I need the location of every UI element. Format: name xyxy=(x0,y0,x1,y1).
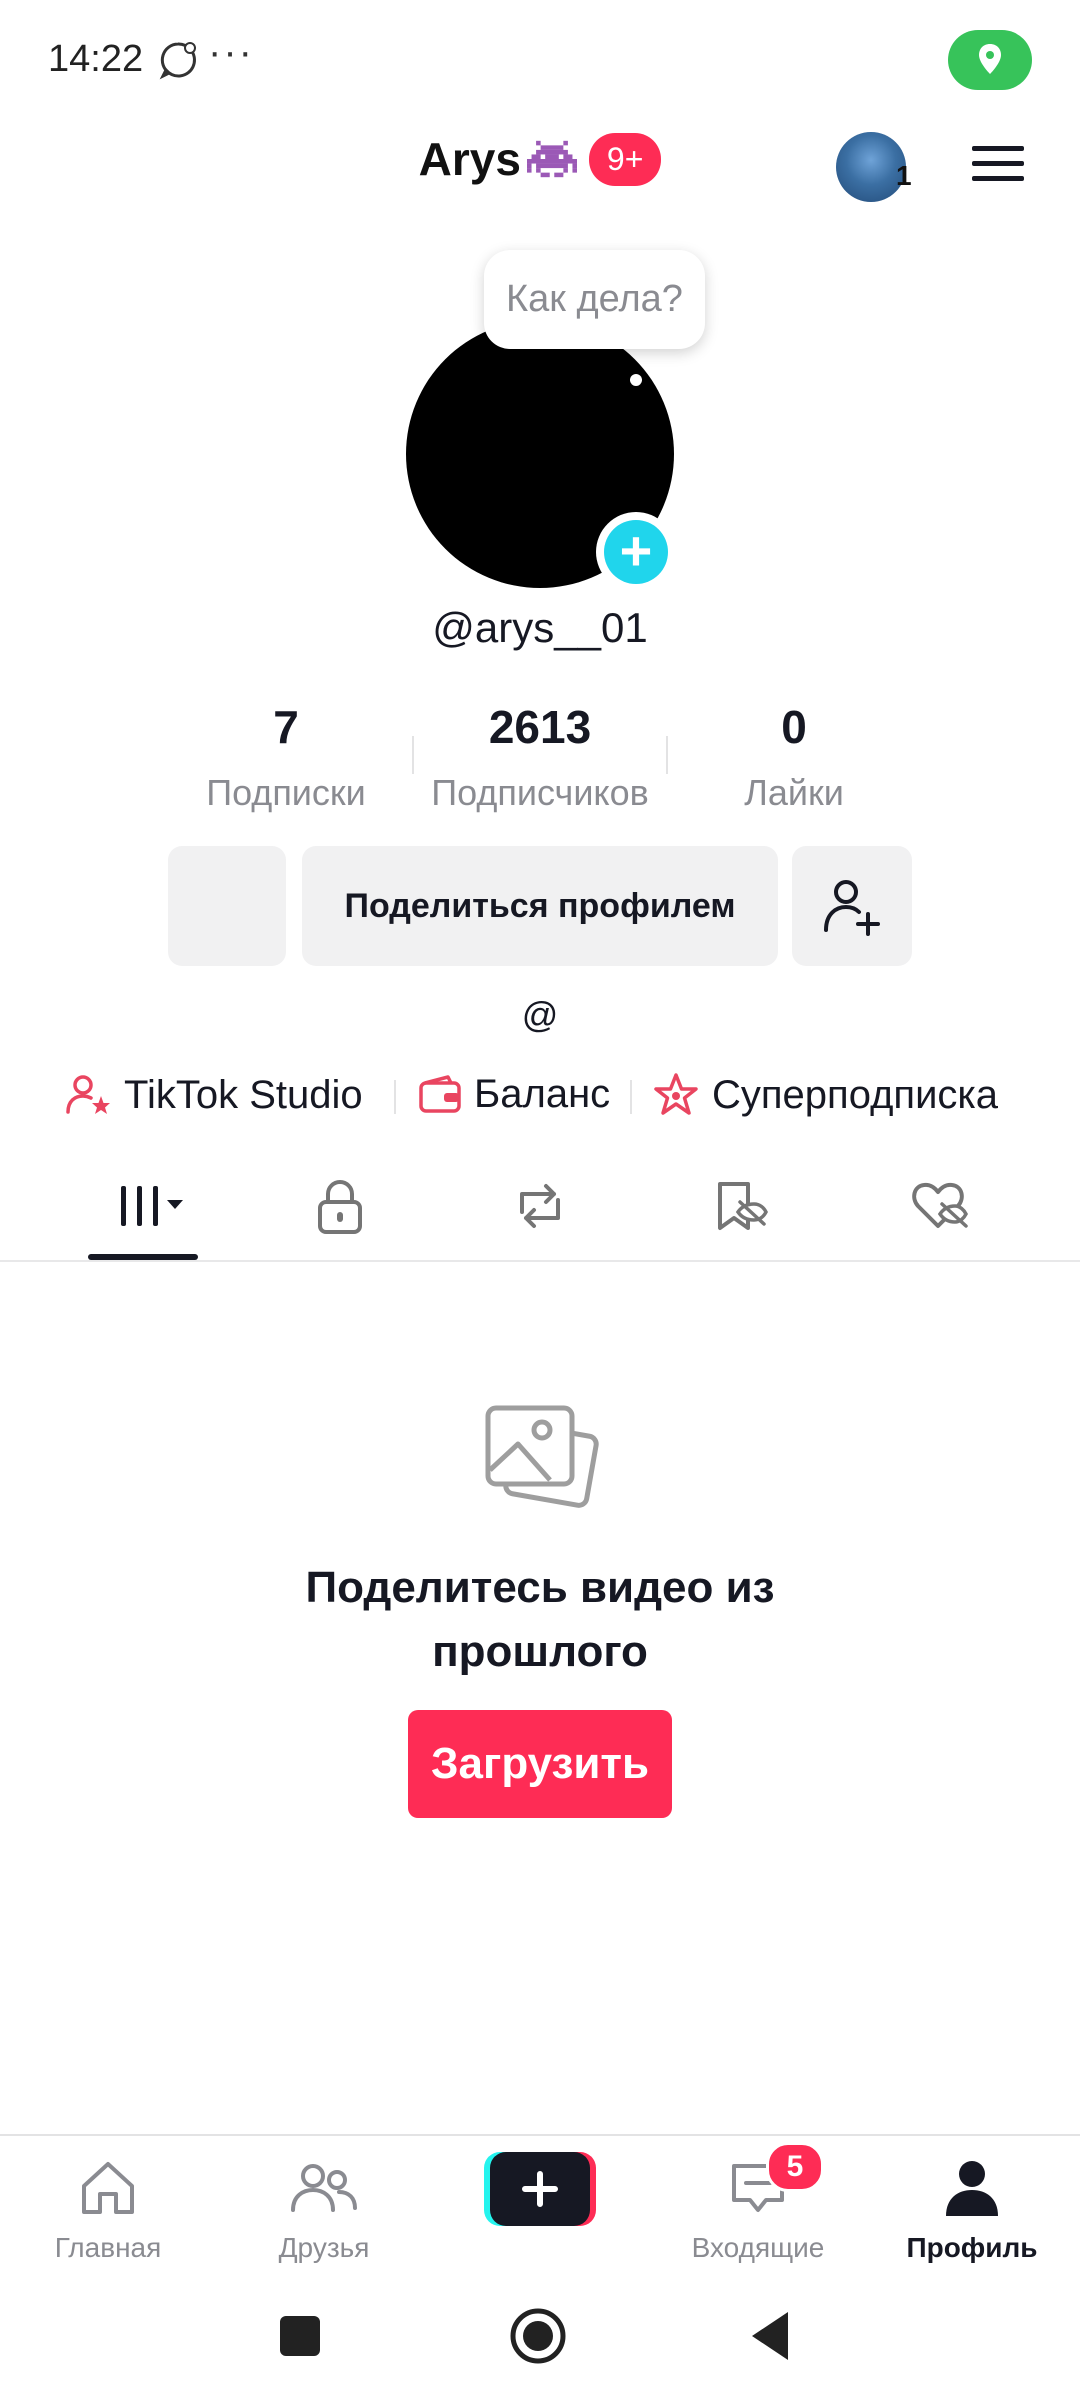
nav-inbox[interactable]: Входящие xyxy=(658,2150,858,2264)
nav-label: Главная xyxy=(54,2232,162,2263)
nav-label: Входящие xyxy=(691,2232,825,2263)
nav-profile[interactable]: Профиль xyxy=(872,2150,1072,2264)
lock-icon xyxy=(318,1180,362,1234)
upload-button[interactable]: Загрузить xyxy=(408,1710,672,1818)
bio-text: @ xyxy=(521,994,559,1035)
link-label: Суперподписка xyxy=(712,1072,999,1117)
plus-icon: + xyxy=(604,520,668,584)
nav-home[interactable]: Главная xyxy=(8,2150,208,2264)
system-home-button[interactable] xyxy=(508,2306,568,2366)
share-profile-button[interactable]: Поделиться профилем xyxy=(302,846,778,966)
stat-followers[interactable]: 2613 Подписчиков xyxy=(410,700,670,814)
username-title[interactable]: Arys xyxy=(419,132,521,186)
photo-album-icon xyxy=(485,1405,599,1508)
tab-favorites[interactable] xyxy=(680,1170,800,1242)
alien-emoji-icon xyxy=(526,140,577,178)
link-separator xyxy=(630,1080,632,1114)
liked-hidden-icon xyxy=(912,1182,968,1228)
tab-private[interactable] xyxy=(280,1170,400,1242)
edit-profile-button[interactable] xyxy=(168,846,286,966)
whatsapp-icon xyxy=(159,42,196,80)
create-plus-icon[interactable] xyxy=(484,2152,596,2226)
profile-header: Arys 9+ xyxy=(0,132,1080,186)
inbox-badge: 5 xyxy=(766,2142,824,2192)
super-subscription-icon xyxy=(654,1073,698,1115)
profile-icon xyxy=(946,2161,998,2216)
link-separator xyxy=(394,1080,396,1114)
notification-badge[interactable]: 9+ xyxy=(588,132,662,186)
hamburger-menu-icon[interactable] xyxy=(970,142,1026,186)
empty-state-title-text: Поделитесь видео из прошлого xyxy=(305,1563,775,1676)
repost-icon xyxy=(520,1184,560,1228)
stat-following[interactable]: 7 Подписки xyxy=(156,700,416,814)
stat-value: 0 xyxy=(781,701,807,753)
friends-icon xyxy=(291,2164,357,2212)
location-indicator xyxy=(948,30,1032,90)
tab-liked[interactable] xyxy=(880,1170,1000,1242)
recent-apps-button[interactable] xyxy=(280,2316,320,2356)
stat-value: 2613 xyxy=(488,701,592,753)
tabs-divider xyxy=(0,1260,1080,1262)
nav-friends[interactable]: Друзья xyxy=(224,2150,424,2264)
stat-label: Лайки xyxy=(744,772,844,813)
tab-reposts[interactable] xyxy=(480,1170,600,1242)
creator-studio-icon xyxy=(66,1075,110,1114)
nav-label: Профиль xyxy=(906,2232,1038,2263)
videos-grid-icon xyxy=(121,1186,183,1226)
tiktok-studio-link[interactable]: TikTok Studio xyxy=(66,1072,363,1118)
location-pin-icon xyxy=(979,44,1001,74)
link-label: TikTok Studio xyxy=(124,1072,363,1117)
home-icon xyxy=(82,2162,134,2214)
wallet-icon xyxy=(419,1074,461,1113)
stat-value: 7 xyxy=(273,701,299,753)
empty-state-title: Поделитесь видео из прошлого xyxy=(0,1556,1080,1684)
add-avatar-button[interactable]: + xyxy=(596,512,676,592)
more-notifications-icon: ··· xyxy=(208,30,254,74)
bubble-tail xyxy=(630,374,642,386)
link-label: Баланс xyxy=(474,1072,611,1116)
add-person-icon xyxy=(824,880,880,936)
account-count: 1 xyxy=(896,160,912,191)
balance-link[interactable]: Баланс xyxy=(418,1072,610,1117)
favorites-hidden-icon xyxy=(718,1182,768,1230)
profile-handle: @arys__01 xyxy=(432,604,648,651)
system-back-button[interactable] xyxy=(750,2310,790,2362)
status-time: 14:22 xyxy=(48,38,144,80)
tab-videos[interactable] xyxy=(84,1170,204,1242)
bottom-nav-divider xyxy=(0,2134,1080,2136)
stat-label: Подписчиков xyxy=(431,772,649,813)
add-friend-button[interactable] xyxy=(792,846,912,966)
status-bubble[interactable]: Как дела? xyxy=(484,250,705,349)
stat-label: Подписки xyxy=(206,772,366,813)
nav-label: Друзья xyxy=(278,2232,370,2263)
super-subscription-link[interactable]: Суперподписка xyxy=(652,1072,998,1118)
stat-likes[interactable]: 0 Лайки xyxy=(664,700,924,814)
